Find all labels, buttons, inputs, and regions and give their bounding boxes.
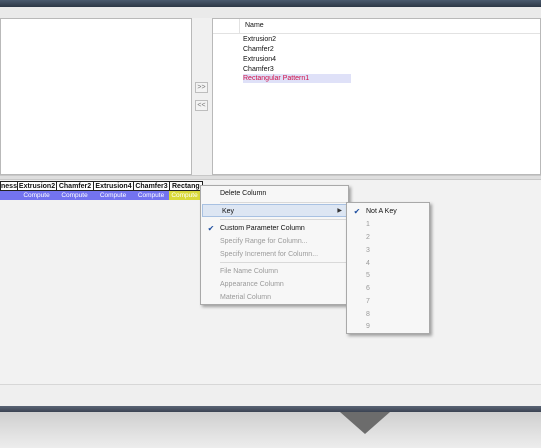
menu-item-key-label: Key bbox=[222, 208, 235, 215]
menu-item-custom-parameter-column[interactable]: ✔ Custom Parameter Column bbox=[201, 222, 348, 235]
submenu-item-not-a-key[interactable]: ✔ Not A Key bbox=[347, 205, 429, 218]
column-header-extrusion4[interactable]: Extrusion4 bbox=[93, 181, 134, 191]
submenu-item-label: Not A Key bbox=[366, 208, 397, 215]
available-features-panel[interactable] bbox=[0, 18, 192, 175]
column-header-extrusion2[interactable]: Extrusion2 bbox=[17, 181, 57, 191]
background-shape bbox=[340, 412, 390, 434]
list-header: Name bbox=[213, 19, 540, 34]
remove-column-button[interactable]: << bbox=[195, 100, 208, 111]
submenu-item-9[interactable]: 9 bbox=[347, 320, 429, 333]
column-header-ness[interactable]: ness bbox=[0, 181, 18, 191]
submenu-item-6[interactable]: 6 bbox=[347, 282, 429, 295]
column-header-chamfer2[interactable]: Chamfer2 bbox=[56, 181, 94, 191]
list-item-chamfer3[interactable]: Chamfer3 bbox=[243, 65, 351, 74]
menu-separator bbox=[220, 202, 346, 203]
menu-item-file-name-column[interactable]: File Name Column bbox=[201, 265, 348, 278]
key-submenu: ✔ Not A Key 1 2 3 4 5 6 7 8 9 bbox=[346, 202, 430, 334]
menu-item-delete-column[interactable]: Delete Column bbox=[201, 187, 348, 200]
checkmark-icon: ✔ bbox=[207, 224, 215, 233]
list-item-extrusion4[interactable]: Extrusion4 bbox=[243, 55, 351, 64]
menu-separator bbox=[220, 262, 346, 263]
window-title-bar bbox=[0, 0, 541, 7]
submenu-item-2[interactable]: 2 bbox=[347, 231, 429, 244]
grid-cell[interactable] bbox=[0, 191, 17, 200]
submenu-arrow-icon: ▶ bbox=[337, 208, 342, 214]
list-item-rectangular-pattern1[interactable]: Rectangular Pattern1 bbox=[243, 74, 351, 83]
submenu-item-7[interactable]: 7 bbox=[347, 295, 429, 308]
grid-cell-highlighted[interactable]: Compute bbox=[169, 191, 200, 200]
selected-features-list[interactable]: Name Extrusion2 Chamfer2 Extrusion4 Cham… bbox=[212, 18, 541, 175]
menu-item-material-column[interactable]: Material Column bbox=[201, 291, 348, 304]
list-item-chamfer2[interactable]: Chamfer2 bbox=[243, 45, 351, 54]
checkmark-icon: ✔ bbox=[353, 207, 361, 216]
desktop-background bbox=[0, 412, 541, 448]
toolbar-strip bbox=[0, 7, 541, 18]
add-column-button[interactable]: >> bbox=[195, 82, 208, 93]
menu-item-appearance-column[interactable]: Appearance Column bbox=[201, 278, 348, 291]
submenu-item-3[interactable]: 3 bbox=[347, 244, 429, 257]
column-header-chamfer3[interactable]: Chamfer3 bbox=[133, 181, 170, 191]
status-pane bbox=[0, 384, 541, 407]
list-item-extrusion2[interactable]: Extrusion2 bbox=[243, 35, 351, 44]
column-context-menu: Delete Column Key ▶ ✔ Custom Parameter C… bbox=[200, 185, 349, 305]
grid-cell[interactable]: Compute bbox=[56, 191, 93, 200]
submenu-item-1[interactable]: 1 bbox=[347, 218, 429, 231]
menu-item-specify-range[interactable]: Specify Range for Column... bbox=[201, 235, 348, 248]
menu-item-key[interactable]: Key ▶ bbox=[202, 204, 348, 217]
menu-item-specify-increment[interactable]: Specify Increment for Column... bbox=[201, 248, 348, 261]
grid-cell[interactable]: Compute bbox=[17, 191, 56, 200]
column-header-rectangular-pattern1[interactable]: Rectang bbox=[169, 181, 203, 191]
submenu-item-5[interactable]: 5 bbox=[347, 269, 429, 282]
menu-item-label: Custom Parameter Column bbox=[220, 225, 305, 232]
menu-separator bbox=[220, 219, 346, 220]
grid-cell[interactable]: Compute bbox=[133, 191, 169, 200]
name-column-header[interactable]: Name bbox=[239, 19, 541, 33]
grid-cell[interactable]: Compute bbox=[93, 191, 133, 200]
